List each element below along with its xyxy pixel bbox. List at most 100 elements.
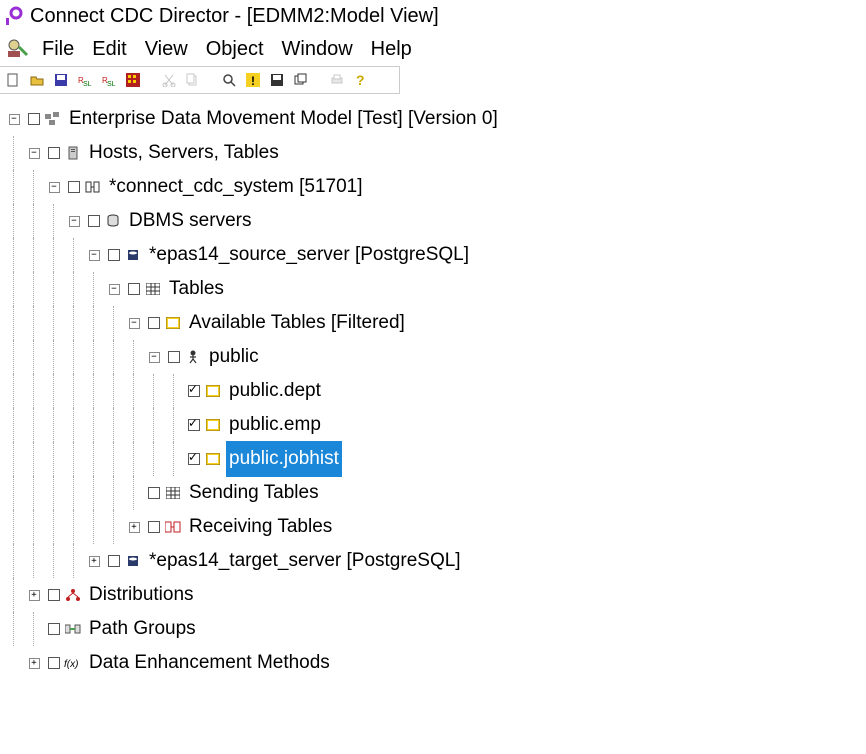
app-menu-icon bbox=[4, 36, 30, 62]
app-logo-icon bbox=[4, 6, 24, 26]
checkbox-icon[interactable] bbox=[68, 181, 80, 193]
receiving-icon bbox=[164, 519, 182, 535]
toolbar-rsl1-icon[interactable]: RSL bbox=[76, 71, 94, 89]
expander-icon[interactable]: − bbox=[109, 284, 120, 295]
node-label: Sending Tables bbox=[186, 475, 322, 510]
node-label: public.jobhist bbox=[226, 441, 342, 476]
tables-icon bbox=[144, 281, 162, 297]
schema-icon bbox=[184, 349, 202, 365]
tree-node-tables[interactable]: − Tables bbox=[4, 272, 862, 306]
db-server-icon bbox=[124, 247, 142, 263]
expander-icon[interactable]: − bbox=[49, 182, 60, 193]
toolbar-help-icon[interactable]: ? bbox=[352, 71, 370, 89]
tree-node-receiving[interactable]: + Receiving Tables bbox=[4, 510, 862, 544]
tree-node-root[interactable]: − Enterprise Data Movement Model [Test] … bbox=[4, 102, 862, 136]
checkbox-icon[interactable] bbox=[48, 589, 60, 601]
menubar: File Edit View Object Window Help bbox=[0, 32, 866, 66]
toolbar-save2-icon[interactable] bbox=[268, 71, 286, 89]
node-label: Receiving Tables bbox=[186, 509, 335, 544]
svg-text:!: ! bbox=[251, 74, 255, 87]
toolbar-open-icon[interactable] bbox=[28, 71, 46, 89]
checkbox-icon[interactable] bbox=[28, 113, 40, 125]
checkbox-icon[interactable] bbox=[48, 623, 60, 635]
toolbar-save-icon[interactable] bbox=[52, 71, 70, 89]
table-icon bbox=[204, 417, 222, 433]
checkbox-icon[interactable] bbox=[188, 453, 200, 465]
menu-window[interactable]: Window bbox=[276, 36, 363, 63]
toolbar: RSL RSL ! ? bbox=[0, 66, 400, 94]
host-icon bbox=[84, 179, 102, 195]
tree-node-dbms[interactable]: − DBMS servers bbox=[4, 204, 862, 238]
table-icon bbox=[204, 383, 222, 399]
checkbox-icon[interactable] bbox=[188, 419, 200, 431]
tree-node-distributions[interactable]: + Distributions bbox=[4, 578, 862, 612]
svg-text:f(x): f(x) bbox=[64, 659, 78, 669]
node-label: Available Tables [Filtered] bbox=[186, 305, 408, 340]
node-label: Tables bbox=[166, 271, 227, 306]
tree-node-source-server[interactable]: − *epas14_source_server [PostgreSQL] bbox=[4, 238, 862, 272]
checkbox-icon[interactable] bbox=[148, 317, 160, 329]
table-icon bbox=[204, 451, 222, 467]
checkbox-icon[interactable] bbox=[108, 249, 120, 261]
tree-node-table-jobhist[interactable]: public.jobhist bbox=[4, 442, 862, 476]
tree-node-table-dept[interactable]: public.dept bbox=[4, 374, 862, 408]
checkbox-icon[interactable] bbox=[48, 657, 60, 669]
tree-node-table-emp[interactable]: public.emp bbox=[4, 408, 862, 442]
expander-icon[interactable]: − bbox=[9, 114, 20, 125]
checkbox-icon[interactable] bbox=[148, 487, 160, 499]
svg-text:SL: SL bbox=[83, 81, 92, 87]
tree-node-available[interactable]: − Available Tables [Filtered] bbox=[4, 306, 862, 340]
tree-node-system[interactable]: − *connect_cdc_system [51701] bbox=[4, 170, 862, 204]
node-label: *connect_cdc_system [51701] bbox=[106, 169, 366, 204]
toolbar-alert-icon[interactable]: ! bbox=[244, 71, 262, 89]
distributions-icon bbox=[64, 587, 82, 603]
expander-icon[interactable]: + bbox=[29, 658, 40, 669]
menu-view[interactable]: View bbox=[139, 36, 198, 63]
node-label: Path Groups bbox=[86, 611, 199, 646]
expander-icon[interactable]: + bbox=[29, 590, 40, 601]
checkbox-icon[interactable] bbox=[128, 283, 140, 295]
toolbar-windows-icon[interactable] bbox=[292, 71, 310, 89]
checkbox-icon[interactable] bbox=[88, 215, 100, 227]
dbms-icon bbox=[104, 213, 122, 229]
toolbar-print-icon[interactable] bbox=[328, 71, 346, 89]
titlebar: Connect CDC Director - [EDMM2:Model View… bbox=[0, 0, 866, 32]
expander-icon[interactable]: − bbox=[29, 148, 40, 159]
tree-node-schema-public[interactable]: − public bbox=[4, 340, 862, 374]
expander-icon[interactable]: + bbox=[129, 522, 140, 533]
toolbar-new-icon[interactable] bbox=[4, 71, 22, 89]
expander-icon[interactable]: + bbox=[89, 556, 100, 567]
checkbox-icon[interactable] bbox=[108, 555, 120, 567]
expander-icon[interactable]: − bbox=[129, 318, 140, 329]
menu-help[interactable]: Help bbox=[365, 36, 422, 63]
tree-node-pathgroups[interactable]: Path Groups bbox=[4, 612, 862, 646]
tree-node-hosts[interactable]: − Hosts, Servers, Tables bbox=[4, 136, 862, 170]
tree-node-target-server[interactable]: + *epas14_target_server [PostgreSQL] bbox=[4, 544, 862, 578]
toolbar-rsl2-icon[interactable]: RSL bbox=[100, 71, 118, 89]
checkbox-icon[interactable] bbox=[188, 385, 200, 397]
toolbar-copy-icon[interactable] bbox=[184, 71, 202, 89]
node-label: *epas14_source_server [PostgreSQL] bbox=[146, 237, 472, 272]
checkbox-icon[interactable] bbox=[168, 351, 180, 363]
menu-edit[interactable]: Edit bbox=[86, 36, 136, 63]
checkbox-icon[interactable] bbox=[48, 147, 60, 159]
toolbar-find-icon[interactable] bbox=[220, 71, 238, 89]
node-label: public.emp bbox=[226, 407, 324, 442]
menu-file[interactable]: File bbox=[36, 36, 84, 63]
db-server-icon bbox=[124, 553, 142, 569]
checkbox-icon[interactable] bbox=[148, 521, 160, 533]
expander-icon[interactable]: − bbox=[69, 216, 80, 227]
node-label: *epas14_target_server [PostgreSQL] bbox=[146, 543, 464, 578]
node-label: DBMS servers bbox=[126, 203, 254, 238]
window-title: Connect CDC Director - [EDMM2:Model View… bbox=[30, 5, 439, 28]
tables-icon bbox=[164, 485, 182, 501]
expander-icon[interactable]: − bbox=[149, 352, 160, 363]
toolbar-cut-icon[interactable] bbox=[160, 71, 178, 89]
expander-icon[interactable]: − bbox=[89, 250, 100, 261]
toolbar-grid-icon[interactable] bbox=[124, 71, 142, 89]
tree-node-enhancement[interactable]: + f(x) Data Enhancement Methods bbox=[4, 646, 862, 680]
node-label: Distributions bbox=[86, 577, 197, 612]
menu-object[interactable]: Object bbox=[200, 36, 274, 63]
tree-node-sending[interactable]: Sending Tables bbox=[4, 476, 862, 510]
tree-view: − Enterprise Data Movement Model [Test] … bbox=[0, 94, 866, 688]
